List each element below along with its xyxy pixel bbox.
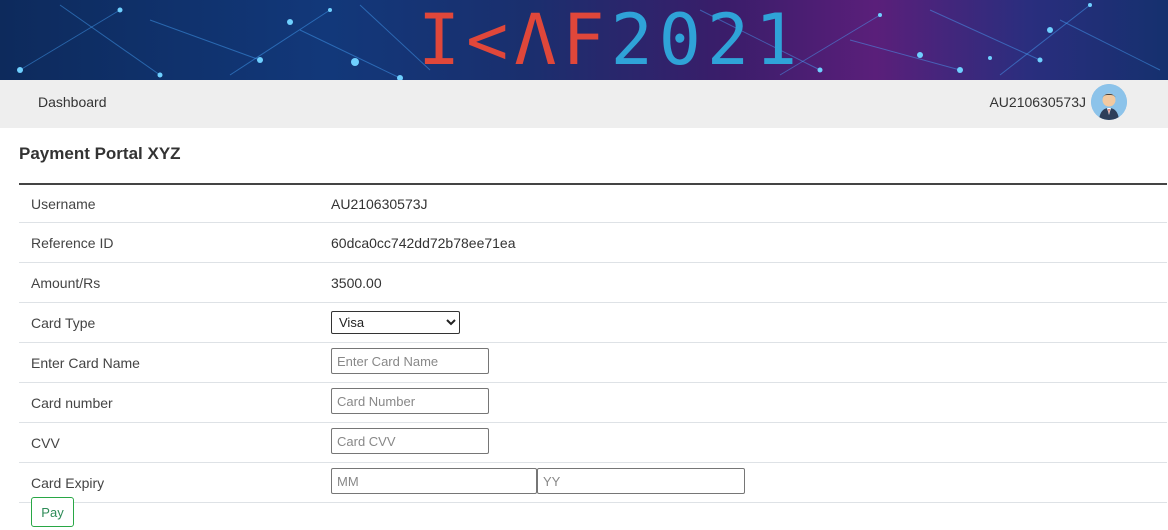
amount-label: Amount/Rs <box>31 275 101 291</box>
reference-id-value: 60dca0cc742dd72b78ee71ea <box>331 235 516 251</box>
expiry-month-input[interactable] <box>331 468 537 494</box>
form-row-card-expiry: Card Expiry <box>19 463 1167 503</box>
form-row-card-type: Card Type Visa <box>19 303 1167 343</box>
card-type-select[interactable]: Visa <box>331 311 460 334</box>
card-number-label: Card number <box>31 395 113 411</box>
pay-button[interactable]: Pay <box>31 497 74 527</box>
amount-value: 3500.00 <box>331 275 382 291</box>
expiry-year-input[interactable] <box>537 468 745 494</box>
form-row-reference-id: Reference ID 60dca0cc742dd72b78ee71ea <box>19 223 1167 263</box>
form-row-username: Username AU210630573J <box>19 185 1167 223</box>
logo-text-year: 2021 <box>610 0 804 80</box>
form-row-card-name: Enter Card Name <box>19 343 1167 383</box>
card-name-input[interactable] <box>331 348 489 374</box>
form-row-amount: Amount/Rs 3500.00 <box>19 263 1167 303</box>
header-banner: I<ΛF 2021 <box>0 0 1168 80</box>
conference-logo: I<ΛF 2021 <box>418 4 803 76</box>
card-number-input[interactable] <box>331 388 489 414</box>
page-title: Payment Portal XYZ <box>19 144 181 163</box>
top-navbar: Dashboard AU210630573J <box>0 80 1168 128</box>
card-type-label: Card Type <box>31 315 96 331</box>
payment-form: Username AU210630573J Reference ID 60dca… <box>19 183 1167 503</box>
form-row-cvv: CVV <box>19 423 1167 463</box>
cvv-input[interactable] <box>331 428 489 454</box>
cvv-label: CVV <box>31 435 60 451</box>
form-row-card-number: Card number <box>19 383 1167 423</box>
reference-id-label: Reference ID <box>31 235 114 251</box>
card-name-label: Enter Card Name <box>31 355 140 371</box>
logo-text-red: I<ΛF <box>418 0 611 80</box>
username-value: AU210630573J <box>331 196 428 212</box>
nav-username[interactable]: AU210630573J <box>989 94 1086 110</box>
user-avatar-icon[interactable] <box>1091 84 1127 120</box>
card-expiry-label: Card Expiry <box>31 475 105 491</box>
username-label: Username <box>31 196 96 212</box>
nav-dashboard-link[interactable]: Dashboard <box>38 94 107 110</box>
